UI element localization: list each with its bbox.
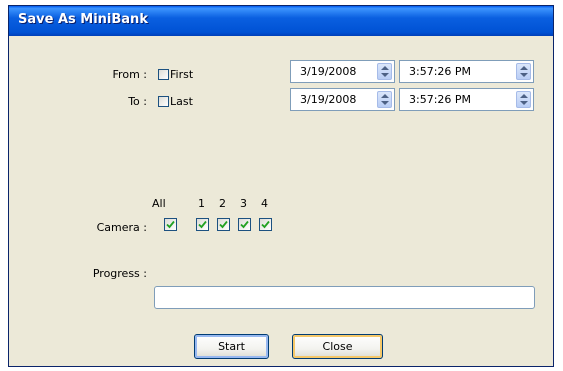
check-icon (198, 220, 207, 229)
camera-all-checkbox[interactable] (164, 218, 177, 231)
to-label: To : (128, 95, 147, 108)
camera-2-checkbox[interactable] (217, 218, 230, 231)
spin-down-icon (381, 73, 389, 77)
spin-up-icon (381, 66, 389, 70)
from-label: From : (112, 68, 147, 81)
from-time-picker[interactable]: 3:57:26 PM (399, 60, 534, 83)
camera-1-checkbox[interactable] (196, 218, 209, 231)
spin-down-icon (520, 73, 528, 77)
window-title: Save As MiniBank (18, 12, 148, 27)
to-time-spinner[interactable] (516, 91, 531, 108)
spin-down-icon (520, 101, 528, 105)
camera-header-1: 1 (198, 197, 205, 210)
first-checkbox-label: First (170, 68, 194, 81)
start-button[interactable]: Start (194, 334, 269, 359)
check-icon (219, 220, 228, 229)
check-icon (166, 220, 175, 229)
close-button[interactable]: Close (292, 334, 383, 359)
to-date-spinner[interactable] (377, 91, 392, 108)
progress-bar (154, 286, 535, 309)
from-time-spinner[interactable] (516, 63, 531, 80)
from-date-spinner[interactable] (377, 63, 392, 80)
check-icon (240, 220, 249, 229)
camera-label: Camera : (96, 221, 147, 234)
dialog-body: From : First 3/19/2008 3:57:26 PM To : L… (13, 36, 549, 362)
first-checkbox[interactable] (158, 69, 169, 80)
from-date-value: 3/19/2008 (300, 65, 357, 78)
camera-header-4: 4 (261, 197, 268, 210)
camera-header-3: 3 (240, 197, 247, 210)
camera-header-2: 2 (219, 197, 226, 210)
spin-up-icon (381, 94, 389, 98)
to-time-picker[interactable]: 3:57:26 PM (399, 88, 534, 111)
from-time-value: 3:57:26 PM (409, 65, 472, 78)
camera-header-all: All (152, 197, 166, 210)
title-bar[interactable]: Save As MiniBank (9, 6, 553, 36)
to-date-value: 3/19/2008 (300, 93, 357, 106)
progress-label: Progress : (92, 267, 147, 280)
to-date-picker[interactable]: 3/19/2008 (290, 88, 395, 111)
spin-down-icon (381, 101, 389, 105)
to-time-value: 3:57:26 PM (409, 93, 472, 106)
last-checkbox-label: Last (170, 95, 193, 108)
from-date-picker[interactable]: 3/19/2008 (290, 60, 395, 83)
save-as-minibank-dialog: Save As MiniBank From : First 3/19/2008 … (8, 5, 554, 367)
spin-up-icon (520, 66, 528, 70)
camera-3-checkbox[interactable] (238, 218, 251, 231)
check-icon (261, 220, 270, 229)
last-checkbox[interactable] (158, 96, 169, 107)
spin-up-icon (520, 94, 528, 98)
camera-4-checkbox[interactable] (259, 218, 272, 231)
